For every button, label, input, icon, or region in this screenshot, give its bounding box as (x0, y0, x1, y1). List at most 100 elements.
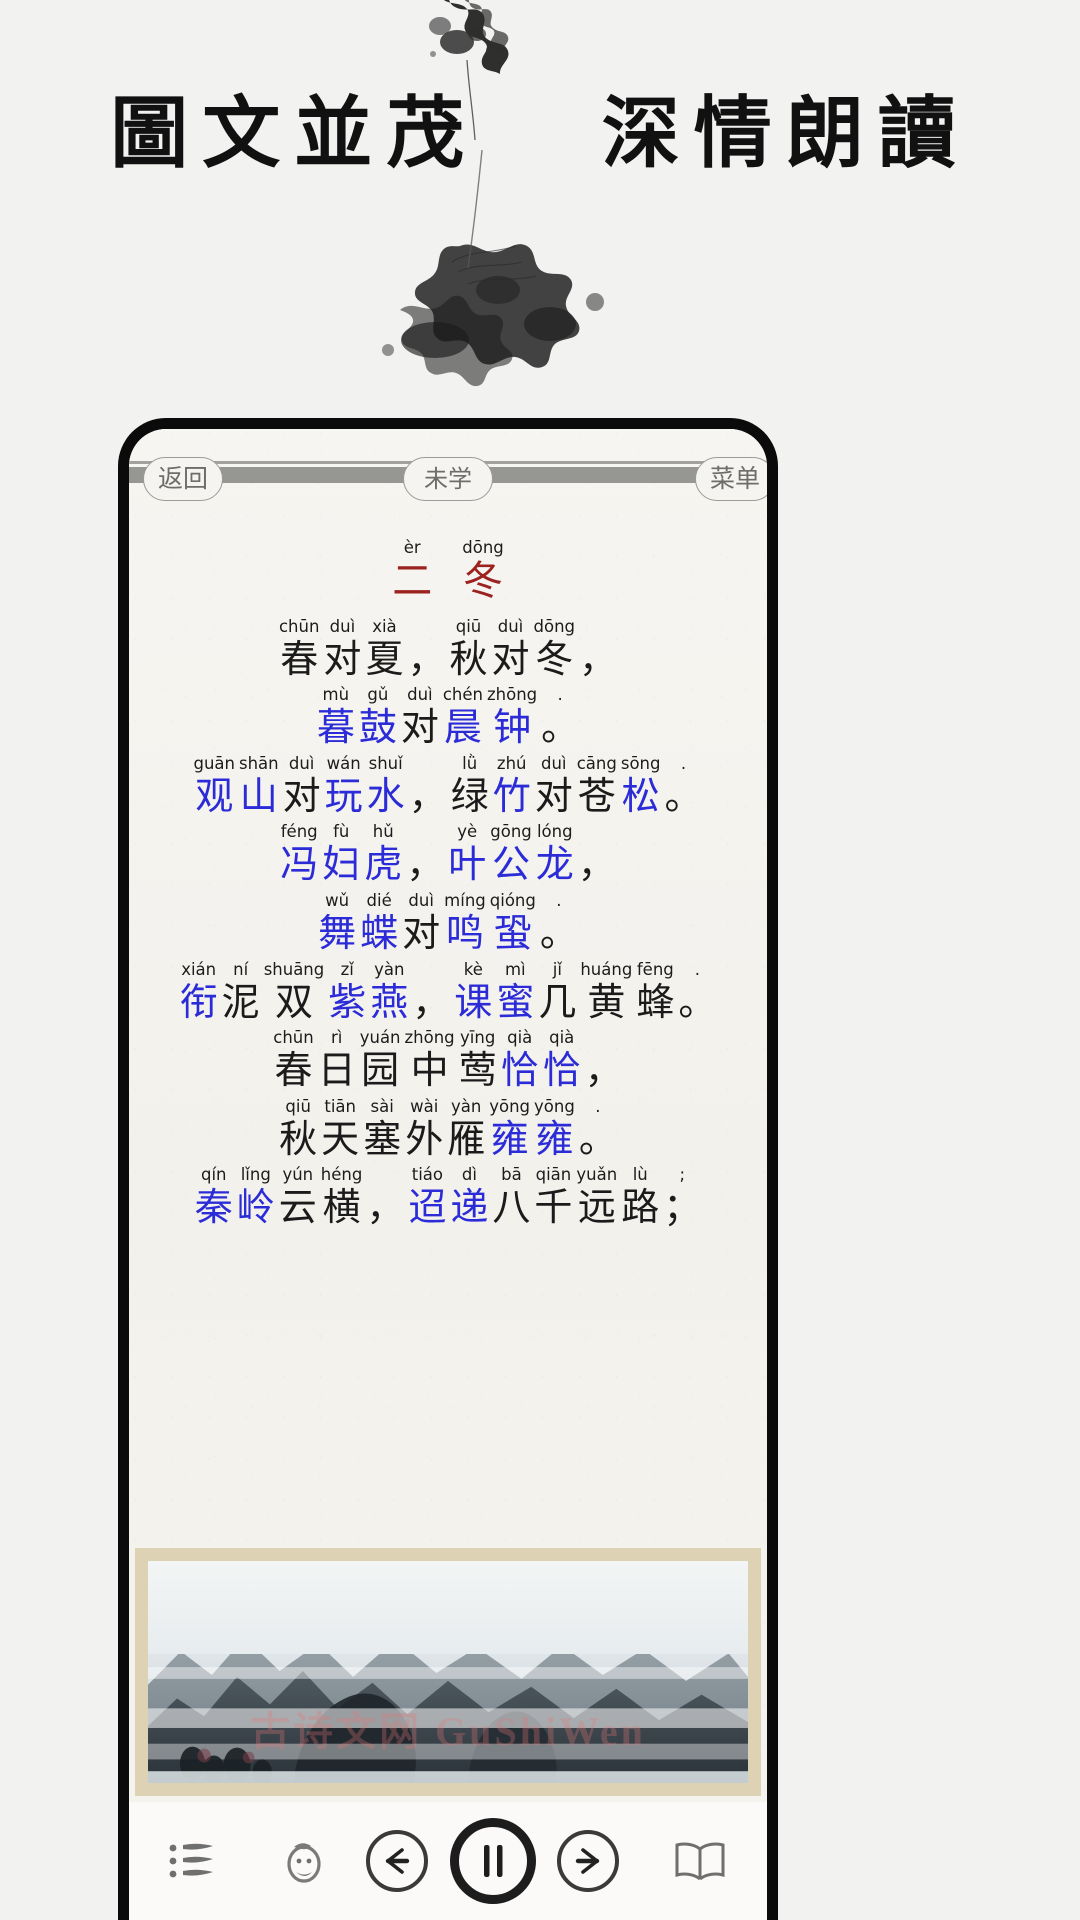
poem-character[interactable]: ， (578, 823, 616, 886)
poem-line[interactable]: wǔ 舞 dié 蝶 duì 对 míng 鸣 qióng 蛩.。 (145, 892, 751, 955)
poem-character[interactable]: yún 云 (279, 1166, 317, 1229)
poem-character[interactable]: duì 对 (401, 686, 439, 749)
poem-character[interactable]: lǐng 岭 (237, 1166, 275, 1229)
poem-character[interactable]: ， (406, 823, 444, 886)
poem-character[interactable]: .。 (664, 755, 702, 818)
poem-character[interactable]: jǐ 几 (538, 960, 576, 1024)
poem-line[interactable]: féng 冯 fù 妇 hǔ 虎， yè 叶 gōng 公 lóng 龙， (145, 823, 751, 886)
poem-character[interactable]: dōng 冬 (534, 618, 576, 681)
poem-character[interactable]: chūn 春 (279, 618, 319, 681)
poem-character[interactable]: yīng 莺 (459, 1029, 497, 1092)
poem-character[interactable]: rì 日 (318, 1029, 356, 1092)
poem-character[interactable]: .。 (541, 686, 579, 749)
poem-character[interactable]: ， (579, 618, 617, 681)
poem-character[interactable]: èr 二 (392, 539, 432, 604)
poem-character[interactable]: .。 (579, 1097, 617, 1161)
next-button[interactable] (544, 1830, 633, 1892)
poem-character[interactable]: huáng 黄 (580, 960, 632, 1024)
poem-character[interactable]: qiān 千 (534, 1166, 572, 1229)
status-badge-unlearned[interactable]: 未学 (403, 457, 493, 501)
poem-character[interactable]: yàn 雁 (447, 1097, 485, 1161)
poem-character[interactable]: yuǎn 远 (576, 1166, 617, 1229)
poem-character[interactable]: yàn 燕 (370, 960, 408, 1024)
poem-character[interactable]: ， (585, 1029, 623, 1092)
reciter-button[interactable] (257, 1836, 353, 1886)
poem-character[interactable]: yōng 雍 (489, 1097, 530, 1161)
poem-line[interactable]: qiū 秋 tiān 天 sài 塞 wài 外 yàn 雁 yōng 雍 yōng 雍.。 (145, 1097, 751, 1161)
poem-character[interactable]: ;； (663, 1166, 701, 1229)
poem-character[interactable]: shuāng 双 (264, 960, 325, 1024)
poem-character[interactable]: .。 (678, 960, 716, 1024)
poem-character[interactable]: wán 玩 (325, 755, 363, 818)
poem-character[interactable]: wǔ 舞 (318, 892, 356, 955)
poem-line[interactable]: chūn 春 duì 对 xià 夏， qiū 秋 duì 对 dōng 冬， (145, 618, 751, 681)
poem-character[interactable]: tiáo 迢 (408, 1166, 446, 1229)
poem-character[interactable]: lù 路 (621, 1166, 659, 1229)
poem-character[interactable]: duì 对 (283, 755, 321, 818)
poem-character[interactable]: hǔ 虎 (364, 823, 402, 886)
poem-character[interactable]: qín 秦 (195, 1166, 233, 1229)
poem-character[interactable]: qià 恰 (543, 1029, 581, 1092)
poem-character[interactable]: qiū 秋 (279, 1097, 317, 1161)
poem-character[interactable]: mù 暮 (317, 686, 355, 749)
back-button[interactable]: 返回 (143, 457, 224, 501)
poem-character[interactable]: xià 夏 (365, 618, 403, 681)
poem-line[interactable]: xián 衔 ní 泥 shuāng 双 zǐ 紫 yàn 燕， kè 课 mì 蜜 jǐ 几 huáng 黄 fē… (145, 960, 751, 1024)
previous-button[interactable] (352, 1830, 441, 1892)
poem-character[interactable]: ní 泥 (222, 960, 260, 1024)
illustration-container[interactable]: 古诗文网 GuShiWen (129, 1546, 767, 1798)
poem-character[interactable]: shuǐ 水 (367, 755, 405, 818)
play-pause-button[interactable] (442, 1818, 544, 1904)
poem-character[interactable]: míng 鸣 (444, 892, 486, 955)
poem-character[interactable]: xián 衔 (180, 960, 218, 1024)
poem-character[interactable]: yuán 园 (360, 1029, 401, 1092)
poem-character[interactable]: dì 递 (450, 1166, 488, 1229)
poem-character[interactable]: ， (412, 961, 450, 1024)
poem-character[interactable]: zǐ 紫 (328, 960, 366, 1024)
poem-character[interactable]: bā 八 (492, 1166, 530, 1229)
poem-character[interactable]: gǔ 鼓 (359, 686, 397, 749)
poem-character[interactable]: guān 观 (194, 755, 236, 818)
poem-character[interactable]: sài 塞 (363, 1097, 401, 1161)
poem-character[interactable]: lóng 龙 (536, 823, 574, 886)
menu-button[interactable]: 菜单 (694, 457, 767, 501)
poem-line[interactable]: chūn 春 rì 日 yuán 园 zhōng 中 yīng 莺 qià 恰 qià 恰， (145, 1029, 751, 1092)
poem-character[interactable]: fù 妇 (322, 823, 360, 886)
poem-character[interactable]: qià 恰 (501, 1029, 539, 1092)
poem-character[interactable]: chén 晨 (443, 686, 483, 749)
poem-line[interactable]: mù 暮 gǔ 鼓 duì 对 chén 晨 zhōng 钟.。 (145, 686, 751, 749)
poem-character[interactable]: yōng 雍 (534, 1097, 575, 1161)
poem-character[interactable]: dōng 冬 (462, 539, 504, 604)
poem-character[interactable]: zhōng 中 (405, 1029, 455, 1092)
poem-character[interactable]: ， (407, 618, 445, 681)
poem-character[interactable]: héng 横 (321, 1166, 363, 1229)
poem-character[interactable]: sōng 松 (621, 755, 661, 818)
poem-character[interactable]: duì 对 (535, 755, 573, 818)
poem-line[interactable]: qín 秦 lǐng 岭 yún 云 héng 横， tiáo 迢 dì 递 bā 八 qiān 千 yuǎn 远… (145, 1166, 751, 1229)
poem-character[interactable]: gōng 公 (490, 823, 532, 886)
poem-character[interactable]: ， (409, 755, 447, 818)
poem-character[interactable]: duì 对 (491, 618, 529, 681)
poem-character[interactable]: cāng 苍 (577, 755, 617, 818)
poem-character[interactable]: duì 对 (323, 618, 361, 681)
poem-line[interactable]: guān 观 shān 山 duì 对 wán 玩 shuǐ 水， lǜ 绿 zhú 竹 duì 对 cāng 苍… (145, 755, 751, 818)
poem-character[interactable]: yè 叶 (448, 823, 486, 886)
poem-character[interactable]: wài 外 (405, 1097, 443, 1161)
poem-character[interactable]: duì 对 (402, 892, 440, 955)
poem-character[interactable]: chūn 春 (273, 1029, 313, 1092)
poem-character[interactable]: .。 (540, 892, 578, 955)
landscape-painting[interactable]: 古诗文网 GuShiWen (135, 1548, 761, 1796)
poem-character[interactable]: qiū 秋 (449, 618, 487, 681)
poem-character[interactable]: zhú 竹 (493, 755, 531, 818)
poem-character[interactable]: dié 蝶 (360, 892, 398, 955)
poem-character[interactable]: mì 蜜 (496, 960, 534, 1024)
poem-character[interactable]: kè 课 (454, 960, 492, 1024)
poem-character[interactable]: zhōng 钟 (487, 686, 537, 749)
poem-character[interactable]: qióng 蛩 (490, 892, 536, 955)
book-button[interactable] (633, 1839, 767, 1883)
poem-character[interactable]: fēng 蜂 (636, 960, 674, 1024)
poem-character[interactable]: shān 山 (239, 755, 279, 818)
poem-character[interactable]: féng 冯 (280, 823, 318, 886)
poem-character[interactable]: tiān 天 (321, 1097, 359, 1161)
poem-character[interactable]: lǜ 绿 (451, 755, 489, 818)
